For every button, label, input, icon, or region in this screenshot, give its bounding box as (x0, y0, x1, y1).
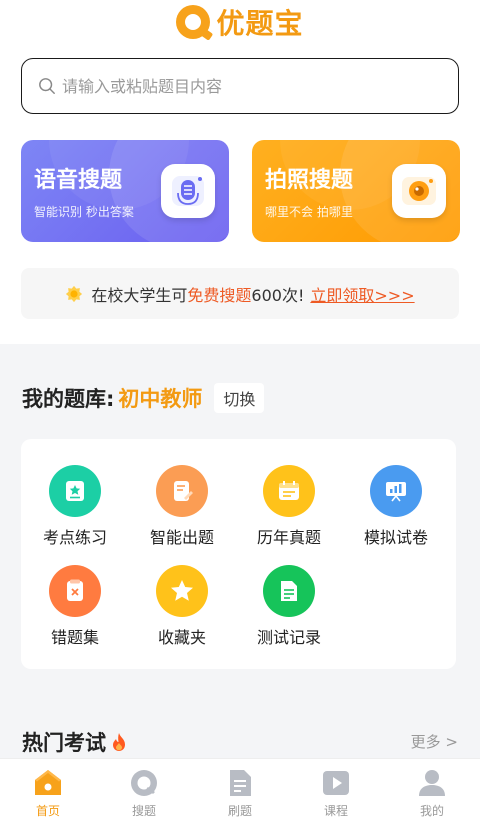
test-record-icon (263, 565, 315, 617)
app-name: 优题宝 (216, 7, 304, 40)
search-icon (39, 78, 55, 94)
document-icon (230, 770, 251, 796)
question-library-row: 我的题库: 初中教师 切换 (22, 383, 265, 413)
photo-search-subtitle: 哪里不会 拍哪里 (265, 205, 353, 219)
library-value: 初中教师 (118, 387, 203, 411)
promo-banner: 在校大学生可 免费搜题 600次! 立即领取>>> (21, 268, 459, 319)
wrong-questions-icon (49, 565, 101, 617)
tool-label: 测试记录 (256, 628, 321, 647)
tool-label: 历年真题 (256, 528, 321, 547)
mock-paper-icon (370, 465, 422, 517)
voice-search-subtitle: 智能识别 秒出答案 (34, 205, 134, 219)
voice-search-title: 语音搜题 (34, 168, 123, 193)
tool-favorites[interactable]: 收藏夹 (137, 565, 227, 655)
photo-search-title: 拍照搜题 (265, 168, 354, 193)
tool-mock-paper[interactable]: 模拟试卷 (351, 465, 441, 555)
switch-library-button[interactable]: 切换 (214, 383, 265, 413)
smart-question-icon (156, 465, 208, 517)
search-bar[interactable] (21, 58, 459, 114)
home-icon (35, 770, 61, 795)
bottom-tab-bar: 首页 搜题 刷题 课程 我的 (0, 758, 480, 826)
tab-label: 刷题 (227, 804, 252, 818)
app-header: 优题宝 (0, 0, 480, 44)
promo-suffix: 600次! (251, 285, 305, 305)
promo-prefix: 在校大学生可 (91, 285, 188, 305)
tab-search[interactable]: 搜题 (96, 759, 192, 826)
tool-smart-question[interactable]: 智能出题 (137, 465, 227, 555)
voice-search-card[interactable]: 语音搜题 智能识别 秒出答案 (21, 140, 229, 242)
app-logo-icon (176, 5, 211, 39)
tools-grid: 考点练习 智能出题 历年真题 模拟试卷 错题集 收藏夹 测试记录 (21, 439, 456, 669)
library-label: 我的题库: (22, 387, 115, 411)
more-link[interactable]: 更多 > (411, 731, 458, 752)
microphone-icon (161, 164, 215, 218)
tab-label: 首页 (35, 804, 60, 818)
tool-past-papers[interactable]: 历年真题 (244, 465, 334, 555)
video-icon (323, 771, 349, 795)
calendar-icon (263, 465, 315, 517)
star-icon (156, 565, 208, 617)
promo-highlight: 免费搜题 (187, 285, 252, 305)
tab-home[interactable]: 首页 (0, 759, 96, 826)
practice-icon (49, 465, 101, 517)
search-question-icon (131, 770, 157, 796)
tool-wrong-questions[interactable]: 错题集 (30, 565, 120, 655)
tool-test-records[interactable]: 测试记录 (244, 565, 334, 655)
tool-label: 收藏夹 (157, 628, 206, 647)
hot-exams-title: 热门考试 (22, 731, 106, 755)
tab-label: 我的 (419, 804, 444, 818)
camera-icon (392, 164, 446, 218)
tab-profile[interactable]: 我的 (384, 759, 480, 826)
user-icon (419, 770, 445, 796)
tool-label: 模拟试卷 (363, 528, 428, 547)
tool-label: 智能出题 (149, 528, 214, 547)
tool-label: 错题集 (50, 628, 99, 647)
tab-label: 搜题 (131, 804, 156, 818)
claim-link[interactable]: 立即领取>>> (310, 282, 414, 306)
flame-icon (113, 733, 125, 751)
photo-search-card[interactable]: 拍照搜题 哪里不会 拍哪里 (252, 140, 460, 242)
coin-icon (66, 285, 83, 302)
tool-label: 考点练习 (42, 528, 107, 547)
tab-practice[interactable]: 刷题 (192, 759, 288, 826)
tab-label: 课程 (323, 804, 348, 818)
hot-exams-header: 热门考试 (22, 727, 128, 757)
tool-practice[interactable]: 考点练习 (30, 465, 120, 555)
tab-courses[interactable]: 课程 (288, 759, 384, 826)
search-input[interactable] (62, 76, 442, 96)
